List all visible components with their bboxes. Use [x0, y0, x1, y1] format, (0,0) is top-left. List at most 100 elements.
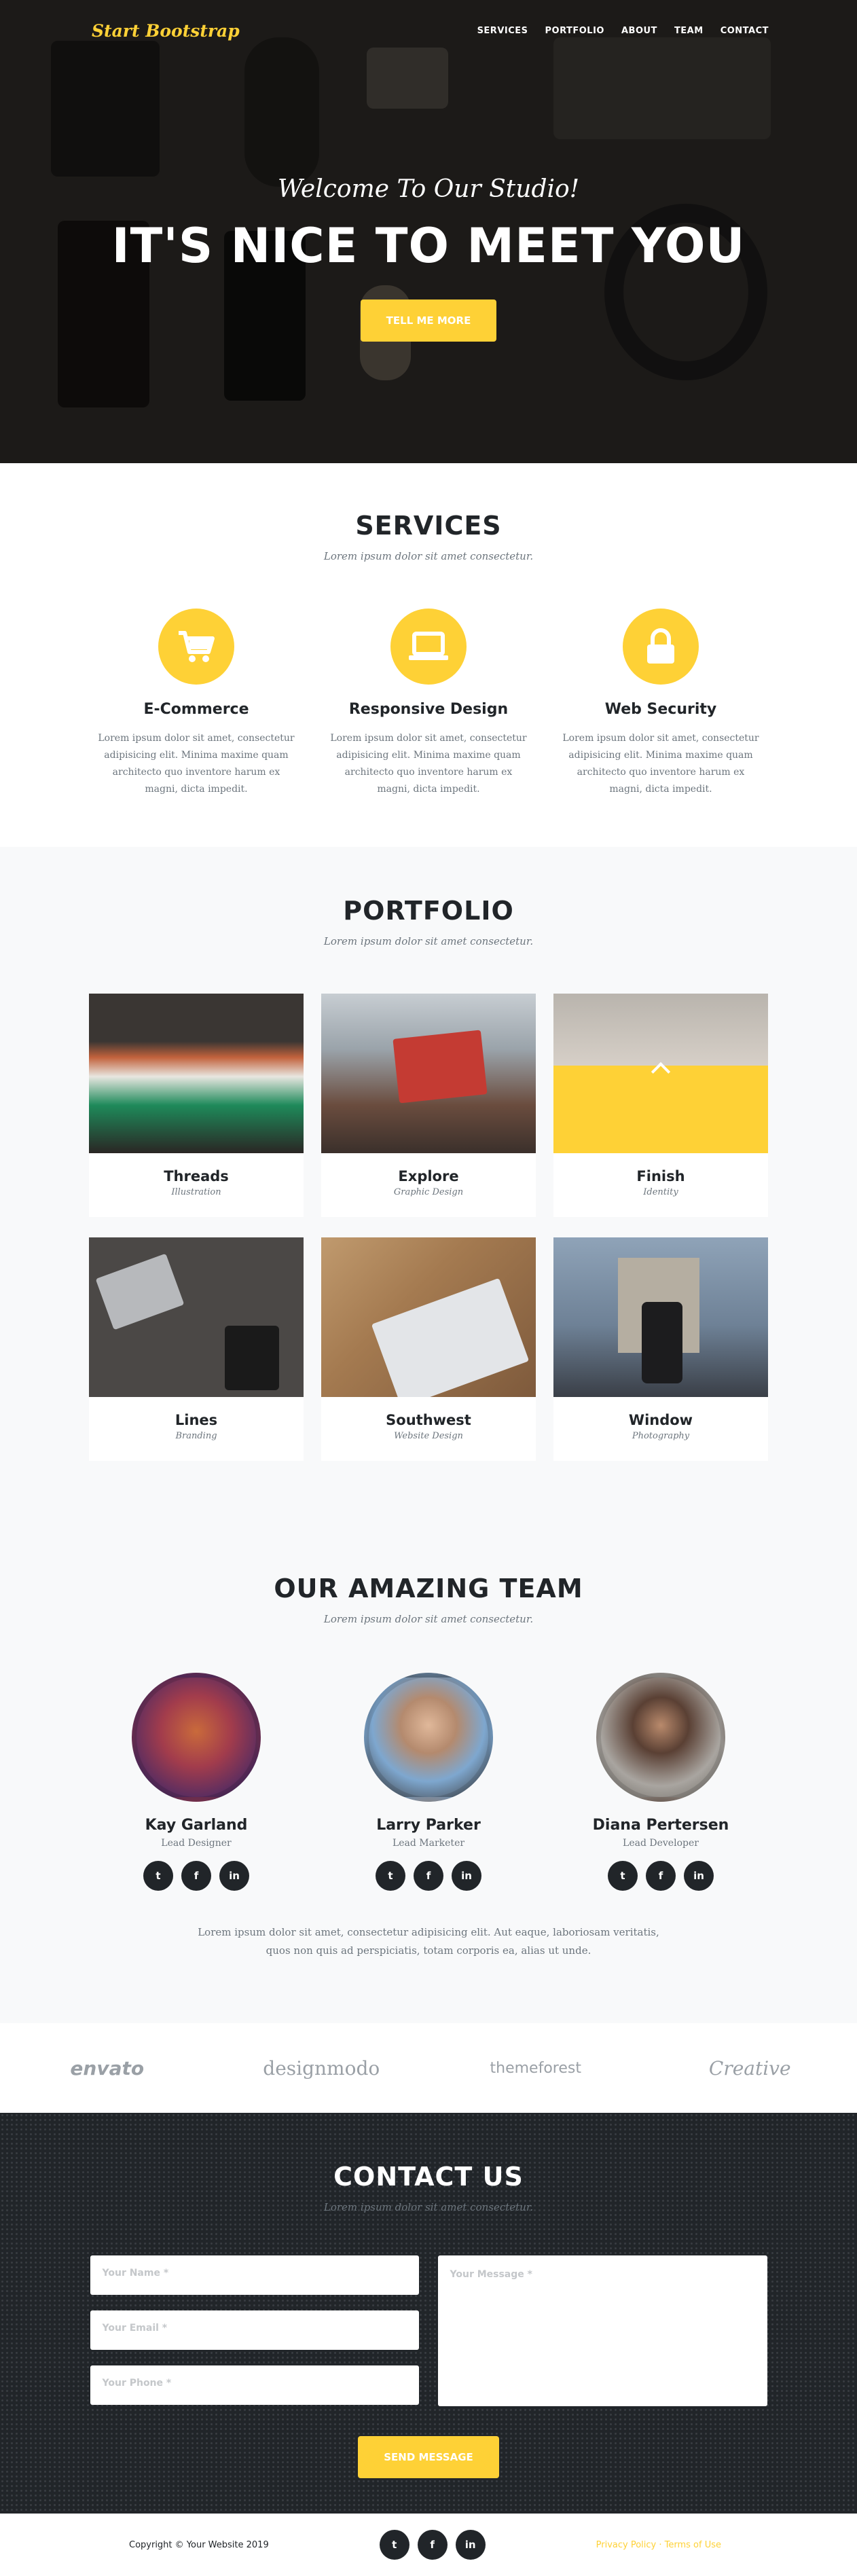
portfolio-item-title: Threads: [164, 1168, 229, 1184]
nav-link-portfolio[interactable]: PORTFOLIO: [545, 26, 604, 36]
name-field[interactable]: Your Name *: [90, 2255, 419, 2295]
portfolio-item-title: Explore: [398, 1168, 459, 1184]
team-description: Lorem ipsum dolor sit amet, consectetur …: [198, 1926, 659, 1957]
client-logo-designmodo[interactable]: designmodo: [215, 2057, 429, 2080]
plus-icon: [651, 1062, 671, 1082]
contact-form: Your Name * Your Email * Your Phone * Yo…: [0, 2255, 857, 2420]
brand-logo[interactable]: Start Bootstrap: [92, 21, 240, 41]
portfolio-image[interactable]: [89, 994, 304, 1153]
portfolio-item[interactable]: Southwest Website Design: [321, 1237, 536, 1461]
team-member: Larry Parker Lead Marketer t f in: [312, 1673, 545, 1891]
portfolio-image[interactable]: [89, 1237, 304, 1397]
service-title: Responsive Design: [348, 701, 509, 718]
facebook-icon[interactable]: f: [414, 1861, 443, 1891]
services-title: SERVICES: [355, 511, 502, 541]
services-section: SERVICES Lorem ipsum dolor sit amet cons…: [0, 463, 857, 847]
phone-field[interactable]: Your Phone *: [90, 2365, 419, 2405]
send-message-button[interactable]: SEND MESSAGE: [358, 2436, 499, 2478]
twitter-icon[interactable]: t: [376, 1861, 405, 1891]
contact-title: CONTACT US: [333, 2162, 524, 2192]
service-text: Lorem ipsum dolor sit amet, consectetur …: [98, 733, 295, 795]
nav-link-about[interactable]: ABOUT: [621, 26, 657, 36]
team-member: Kay Garland Lead Designer t f in: [80, 1673, 312, 1891]
contact-subtitle: Lorem ipsum dolor sit amet consectetur.: [323, 2201, 534, 2213]
client-logo-creative-market[interactable]: Creative: [643, 2057, 857, 2080]
portfolio-item-category: Illustration: [171, 1187, 221, 1197]
service-item: Web Security Lorem ipsum dolor sit amet,…: [545, 609, 777, 798]
nav-menu: SERVICES PORTFOLIO ABOUT TEAM CONTACT: [460, 26, 769, 36]
contact-section: CONTACT US Lorem ipsum dolor sit amet co…: [0, 2113, 857, 2514]
service-text: Lorem ipsum dolor sit amet, consectetur …: [330, 733, 527, 795]
portfolio-image[interactable]: [321, 994, 536, 1153]
email-field[interactable]: Your Email *: [90, 2310, 419, 2350]
portfolio-subtitle: Lorem ipsum dolor sit amet consectetur.: [323, 935, 534, 947]
hero-subheading: Welcome To Our Studio!: [277, 175, 580, 203]
portfolio-item-title: Finish: [636, 1168, 685, 1184]
linkedin-icon[interactable]: in: [219, 1861, 249, 1891]
service-title: E-Commerce: [143, 701, 249, 718]
client-logo-themeforest[interactable]: themeforest: [428, 2060, 643, 2077]
service-text: Lorem ipsum dolor sit amet, consectetur …: [562, 733, 759, 795]
tell-me-more-button[interactable]: TELL ME MORE: [361, 300, 496, 342]
twitter-icon[interactable]: t: [143, 1861, 173, 1891]
shopping-cart-icon: [158, 609, 234, 685]
portfolio-item-category: Identity: [643, 1187, 678, 1197]
team-subtitle: Lorem ipsum dolor sit amet consectetur.: [323, 1613, 534, 1625]
portfolio-image[interactable]: [553, 1237, 768, 1397]
portfolio-item-category: Photography: [632, 1431, 690, 1441]
legal-links[interactable]: Privacy Policy · Terms of Use: [596, 2540, 721, 2550]
nav-link-services[interactable]: SERVICES: [477, 26, 528, 36]
message-field[interactable]: Your Message *: [437, 2255, 767, 2406]
portfolio-section: PORTFOLIO Lorem ipsum dolor sit amet con…: [0, 847, 857, 1526]
clients-section: envato designmodo themeforest Creative: [0, 2023, 857, 2113]
portfolio-item-title: Window: [628, 1412, 693, 1428]
avatar: [596, 1673, 725, 1802]
portfolio-item-category: Graphic Design: [393, 1187, 464, 1197]
portfolio-item-category: Website Design: [394, 1431, 463, 1441]
facebook-icon[interactable]: f: [417, 2530, 448, 2560]
services-subtitle: Lorem ipsum dolor sit amet consectetur.: [323, 550, 534, 562]
avatar: [364, 1673, 493, 1802]
portfolio-item[interactable]: Lines Branding: [89, 1237, 304, 1461]
avatar: [132, 1673, 261, 1802]
lock-icon: [623, 609, 699, 685]
member-name: Larry Parker: [376, 1817, 481, 1834]
portfolio-item[interactable]: Finish Identity: [553, 994, 768, 1217]
twitter-icon[interactable]: t: [379, 2530, 409, 2560]
member-role: Lead Marketer: [392, 1838, 465, 1849]
service-item: E-Commerce Lorem ipsum dolor sit amet, c…: [80, 609, 312, 798]
linkedin-icon[interactable]: in: [452, 1861, 481, 1891]
member-role: Lead Designer: [161, 1838, 232, 1849]
nav-link-team[interactable]: TEAM: [674, 26, 704, 36]
navbar: Start Bootstrap SERVICES PORTFOLIO ABOUT…: [0, 0, 857, 61]
portfolio-image[interactable]: [321, 1237, 536, 1397]
member-role: Lead Developer: [623, 1838, 699, 1849]
portfolio-image[interactable]: [553, 994, 768, 1153]
twitter-icon[interactable]: t: [608, 1861, 638, 1891]
client-logo-envato[interactable]: envato: [0, 2057, 215, 2080]
member-name: Kay Garland: [145, 1817, 248, 1834]
linkedin-icon[interactable]: in: [684, 1861, 714, 1891]
facebook-icon[interactable]: f: [181, 1861, 211, 1891]
portfolio-item[interactable]: Window Photography: [553, 1237, 768, 1461]
member-name: Diana Pertersen: [592, 1817, 729, 1834]
nav-link-contact[interactable]: CONTACT: [721, 26, 769, 36]
service-title: Web Security: [604, 701, 717, 718]
service-item: Responsive Design Lorem ipsum dolor sit …: [312, 609, 545, 798]
portfolio-item-title: Southwest: [386, 1412, 471, 1428]
team-section: OUR AMAZING TEAM Lorem ipsum dolor sit a…: [0, 1526, 857, 2023]
facebook-icon[interactable]: f: [646, 1861, 676, 1891]
portfolio-title: PORTFOLIO: [343, 896, 514, 926]
portfolio-item[interactable]: Threads Illustration: [89, 994, 304, 1217]
portfolio-item[interactable]: Explore Graphic Design: [321, 994, 536, 1217]
portfolio-item-title: Lines: [175, 1412, 218, 1428]
team-member: Diana Pertersen Lead Developer t f in: [545, 1673, 777, 1891]
team-title: OUR AMAZING TEAM: [274, 1574, 583, 1603]
hero-section: Start Bootstrap SERVICES PORTFOLIO ABOUT…: [0, 0, 857, 463]
footer: Copyright © Your Website 2019 t f in Pri…: [0, 2514, 857, 2576]
copyright: Copyright © Your Website 2019: [129, 2539, 269, 2550]
laptop-icon: [390, 609, 467, 685]
hero-heading: IT'S NICE TO MEET YOU: [111, 218, 746, 274]
portfolio-item-category: Branding: [175, 1431, 217, 1441]
linkedin-icon[interactable]: in: [455, 2530, 486, 2560]
